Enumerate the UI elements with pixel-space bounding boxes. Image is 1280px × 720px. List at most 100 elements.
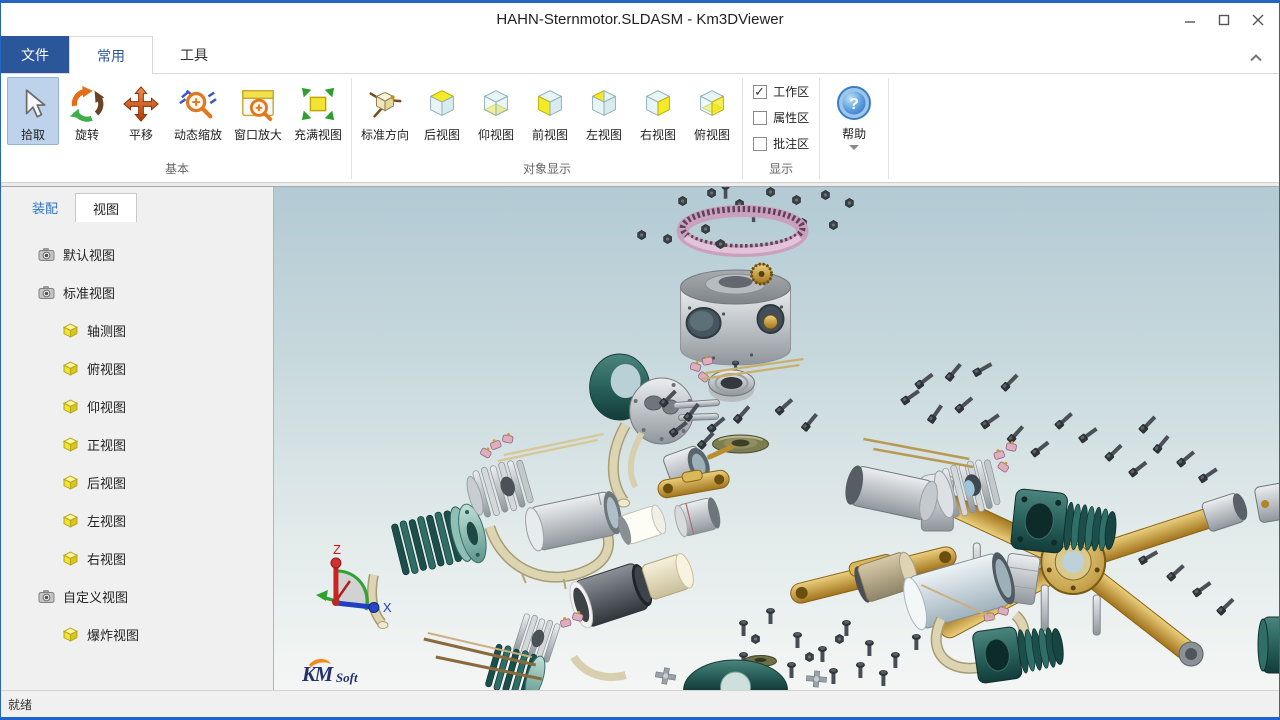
maximize-button[interactable] bbox=[1207, 7, 1241, 33]
close-button[interactable] bbox=[1241, 7, 1275, 33]
help-dropdown-icon bbox=[849, 145, 859, 150]
tree-item-standard-views[interactable]: 标准视图 bbox=[1, 273, 273, 311]
tree-item-label: 后视图 bbox=[87, 473, 126, 492]
gear-ring[interactable] bbox=[683, 209, 803, 251]
standard-orientation-button[interactable]: 标准方向 bbox=[356, 77, 414, 145]
help-button[interactable]: ? 帮助 bbox=[823, 77, 885, 150]
view-cube-icon bbox=[61, 360, 79, 376]
collapse-ribbon-button[interactable] bbox=[1245, 49, 1267, 67]
checkbox-properties[interactable]: 属性区 bbox=[753, 109, 809, 126]
view-cube-icon bbox=[61, 398, 79, 414]
tree-item-label: 右视图 bbox=[87, 549, 126, 568]
view-cube-icon bbox=[61, 626, 79, 642]
clipped-parts-right[interactable] bbox=[1254, 481, 1279, 673]
cube-left-icon bbox=[583, 82, 625, 126]
ribbon-group-basic: 拾取 旋转 bbox=[3, 75, 351, 182]
maximize-icon bbox=[1218, 14, 1230, 26]
dynamic-zoom-button[interactable]: 动态缩放 bbox=[169, 77, 227, 145]
minimize-button[interactable] bbox=[1173, 7, 1207, 33]
tree-item-label: 左视图 bbox=[87, 511, 126, 530]
main-area: 装配 视图 默认视图 标准视图 轴测图 俯视图 bbox=[1, 187, 1279, 690]
dynamic-zoom-icon bbox=[177, 82, 219, 126]
checkbox-label: 批注区 bbox=[773, 135, 809, 152]
checkbox-annotations[interactable]: 批注区 bbox=[753, 135, 809, 152]
cube-back-icon bbox=[421, 82, 463, 126]
rotate-button[interactable]: 旋转 bbox=[61, 77, 113, 145]
tree-item-exploded-view[interactable]: 爆炸视图 bbox=[1, 615, 273, 653]
ribbon: 拾取 旋转 bbox=[1, 73, 1279, 183]
checkbox-box bbox=[753, 137, 767, 151]
window-controls bbox=[1173, 3, 1275, 36]
view-cube-icon bbox=[61, 550, 79, 566]
minimize-icon bbox=[1184, 14, 1196, 26]
tree-item-custom-views[interactable]: 自定义视图 bbox=[1, 577, 273, 615]
group-label-display: 显示 bbox=[743, 158, 819, 182]
tree-item-label: 默认视图 bbox=[63, 245, 115, 264]
tree-item-back-view[interactable]: 后视图 bbox=[1, 463, 273, 501]
drum-gear bbox=[752, 264, 772, 284]
ribbon-separator bbox=[888, 78, 889, 179]
ribbon-group-help: ? 帮助 bbox=[820, 75, 888, 182]
status-bar: 就绪 bbox=[1, 690, 1279, 717]
tree-item-right-view[interactable]: 右视图 bbox=[1, 539, 273, 577]
tree-item-label: 轴测图 bbox=[87, 321, 126, 340]
piston-center-ringed[interactable] bbox=[672, 496, 722, 538]
axis-label-z: Z bbox=[333, 542, 341, 557]
group-label-basic: 基本 bbox=[3, 158, 351, 182]
tree-item-label: 爆炸视图 bbox=[87, 625, 139, 644]
tab-common[interactable]: 常用 bbox=[69, 36, 153, 74]
tree-item-axonometric[interactable]: 轴测图 bbox=[1, 311, 273, 349]
tree-item-default-view[interactable]: 默认视图 bbox=[1, 235, 273, 273]
fit-view-icon bbox=[297, 82, 339, 126]
checkbox-workspace[interactable]: 工作区 bbox=[753, 83, 809, 100]
view-cube-icon bbox=[61, 474, 79, 490]
pan-icon bbox=[120, 82, 162, 126]
piston-center-white[interactable] bbox=[615, 503, 668, 546]
status-text: 就绪 bbox=[8, 696, 32, 713]
tree-item-top-view[interactable]: 俯视图 bbox=[1, 349, 273, 387]
crankcase[interactable] bbox=[681, 264, 791, 373]
standard-orientation-icon bbox=[364, 82, 406, 126]
camera-icon bbox=[37, 588, 55, 604]
bottom-view-button[interactable]: 仰视图 bbox=[470, 77, 522, 145]
kmsoft-logo: KM Soft bbox=[301, 659, 358, 686]
fit-view-button[interactable]: 充满视图 bbox=[289, 77, 347, 145]
viewport-canvas[interactable]: Z X KM Soft bbox=[274, 187, 1279, 690]
back-view-button[interactable]: 后视图 bbox=[416, 77, 468, 145]
cube-front-icon bbox=[529, 82, 571, 126]
pan-button[interactable]: 平移 bbox=[115, 77, 167, 145]
left-view-button[interactable]: 左视图 bbox=[578, 77, 630, 145]
group-label-help bbox=[820, 175, 888, 182]
axis-triad: Z X bbox=[316, 542, 392, 615]
window-zoom-button[interactable]: 窗口放大 bbox=[229, 77, 287, 145]
cylinder-left[interactable] bbox=[390, 501, 491, 581]
tree-item-left-view[interactable]: 左视图 bbox=[1, 501, 273, 539]
checkbox-label: 工作区 bbox=[773, 83, 809, 100]
chevron-up-icon bbox=[1250, 54, 1262, 62]
help-icon: ? bbox=[833, 81, 875, 125]
rotate-icon bbox=[66, 82, 108, 126]
svg-text:?: ? bbox=[849, 96, 859, 113]
app-window: HAHN-Sternmotor.SLDASM - Km3DViewer 文件 常… bbox=[0, 0, 1280, 720]
group-label-object-display: 对象显示 bbox=[352, 158, 742, 182]
view-cube-icon bbox=[61, 436, 79, 452]
ribbon-group-object-display: 标准方向 后视图 bbox=[352, 75, 742, 182]
tab-tools[interactable]: 工具 bbox=[153, 36, 235, 73]
right-view-button[interactable]: 右视图 bbox=[632, 77, 684, 145]
front-view-button[interactable]: 前视图 bbox=[524, 77, 576, 145]
ribbon-group-display: 工作区 属性区 批注区 显示 bbox=[743, 75, 819, 182]
tab-views[interactable]: 视图 bbox=[75, 193, 137, 222]
tab-file[interactable]: 文件 bbox=[1, 36, 69, 73]
tree-item-label: 自定义视图 bbox=[63, 587, 128, 606]
tab-assembly[interactable]: 装配 bbox=[15, 193, 75, 221]
viewport[interactable]: Z X KM Soft bbox=[274, 187, 1279, 690]
tree-item-front-view[interactable]: 正视图 bbox=[1, 425, 273, 463]
checkbox-box bbox=[753, 111, 767, 125]
top-view-button[interactable]: 俯视图 bbox=[686, 77, 738, 145]
tree-item-bottom-view[interactable]: 仰视图 bbox=[1, 387, 273, 425]
window-title: HAHN-Sternmotor.SLDASM - Km3DViewer bbox=[496, 11, 783, 28]
sleeve-gray-right[interactable] bbox=[842, 464, 940, 522]
tree-item-label: 仰视图 bbox=[87, 397, 126, 416]
side-panel: 装配 视图 默认视图 标准视图 轴测图 俯视图 bbox=[1, 187, 274, 690]
pick-button[interactable]: 拾取 bbox=[7, 77, 59, 145]
